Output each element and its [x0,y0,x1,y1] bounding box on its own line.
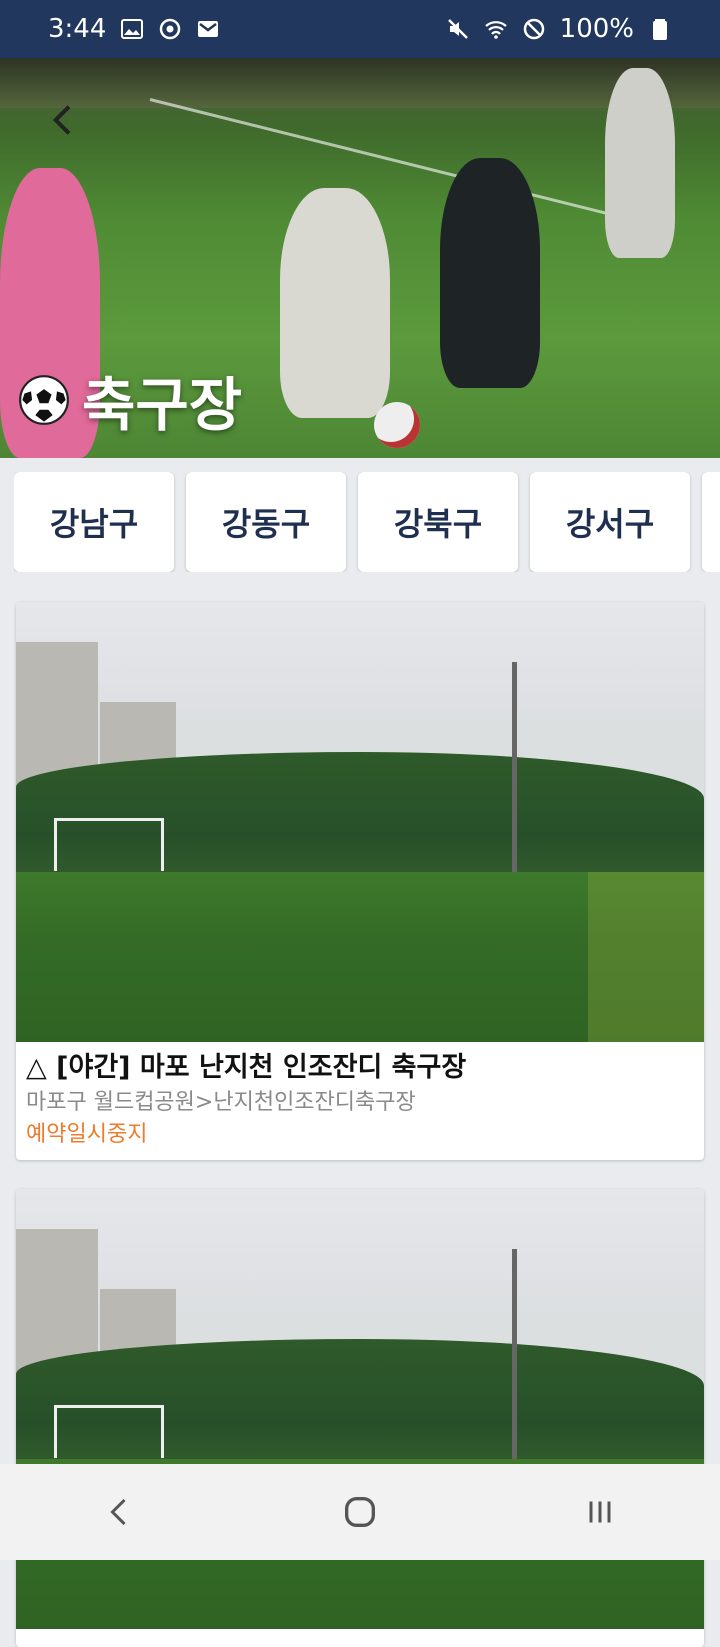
facility-photo [16,602,704,1042]
home-icon [345,1497,375,1527]
soccer-ball [374,402,420,448]
district-chip-gangbuk[interactable]: 강북구 [358,472,518,572]
turf-stripe [588,872,704,1042]
system-nav-bar [0,1464,720,1560]
light-pole [512,1249,517,1469]
gmail-icon [198,21,219,37]
field-line [149,98,636,222]
facility-card[interactable]: △ [야간] 마포 난지천 인조잔디 축구장 마포구 월드컵공원>난지천인조잔디… [16,602,704,1160]
status-right: 100% [446,14,672,44]
mute-icon [447,19,468,39]
battery-icon [653,19,667,40]
goal-post [54,1405,164,1458]
district-chip-gangseo[interactable]: 강서구 [530,472,690,572]
district-chip-gangnam[interactable]: 강남구 [14,472,174,572]
nav-home-button[interactable] [320,1472,400,1552]
battery-percent: 100% [559,14,634,44]
district-chip-next[interactable] [702,472,720,572]
image-icon [121,19,144,39]
page-title: 축구장 [18,358,242,442]
wifi-icon [484,21,507,39]
goal-post [54,818,164,871]
facility-card[interactable] [16,1189,704,1647]
district-filter: 강남구 강동구 강북구 강서구 [14,472,720,572]
page-title-text: 축구장 [82,371,243,439]
status-left: 3:44 [48,14,220,44]
chevron-left-icon [110,1498,126,1526]
player-white [280,188,390,418]
soccer-ball-icon [19,375,69,425]
player-black [440,158,540,388]
reservation-status: 예약일시중지 [26,1122,148,1147]
status-bar: 3:44 100% [0,0,720,58]
nav-back-button[interactable] [80,1472,160,1552]
card-body: △ [야간] 마포 난지천 인조잔디 축구장 마포구 월드컵공원>난지천인조잔디… [16,1042,704,1160]
player-background [605,68,675,258]
back-button[interactable] [30,86,98,154]
recents-icon [589,1501,611,1523]
facility-location: 마포구 월드컵공원>난지천인조잔디축구장 [26,1090,416,1115]
block-icon [523,18,544,40]
card-body [16,1629,704,1647]
sync-icon [160,18,181,40]
nav-recents-button[interactable] [560,1472,640,1552]
facility-title: △ [야간] 마포 난지천 인조잔디 축구장 [26,1052,467,1083]
clock: 3:44 [48,14,107,44]
light-pole [512,662,517,882]
facility-photo [16,1189,704,1629]
hero-banner: 축구장 [0,58,720,458]
chevron-left-icon [52,105,71,135]
district-chip-gangdong[interactable]: 강동구 [186,472,346,572]
